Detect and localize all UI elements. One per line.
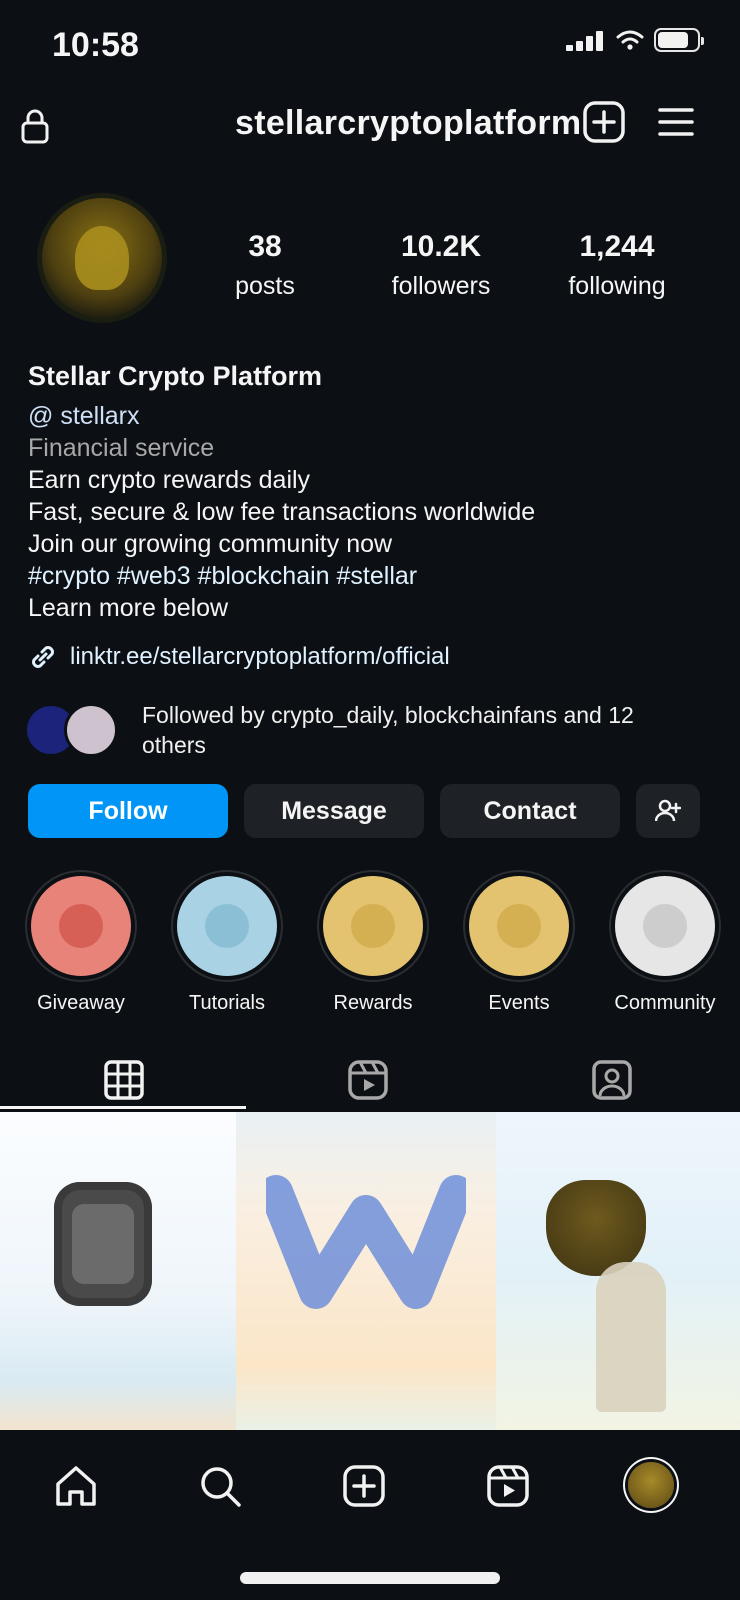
stat-posts[interactable]: 38 posts: [190, 230, 340, 301]
link-icon: [32, 646, 54, 668]
message-button[interactable]: Message: [244, 784, 424, 838]
create-icon[interactable]: [340, 1462, 388, 1510]
highlight-item[interactable]: Giveaway: [26, 876, 136, 1015]
highlight-item[interactable]: Tutorials: [172, 876, 282, 1015]
stat-following[interactable]: 1,244 following: [542, 230, 692, 301]
stat-following-count: 1,244: [579, 230, 655, 263]
highlight-label: Rewards: [333, 992, 413, 1014]
reels-icon[interactable]: [484, 1462, 532, 1510]
profile-username[interactable]: stellarcryptoplatform: [235, 104, 581, 143]
post-grid: [0, 1112, 740, 1430]
highlight-item[interactable]: Community: [610, 876, 720, 1015]
reels-tab-icon[interactable]: [346, 1058, 390, 1102]
post-thumbnail[interactable]: [236, 1112, 496, 1430]
signal-icon: [566, 29, 606, 51]
stat-followers[interactable]: 10.2K followers: [366, 230, 516, 301]
highlight-cover: [31, 876, 131, 976]
grid-tab-icon[interactable]: [102, 1058, 146, 1102]
tagged-tab-icon[interactable]: [590, 1058, 634, 1102]
status-icons: [566, 28, 704, 52]
follow-button[interactable]: Follow: [28, 784, 228, 838]
profile-link[interactable]: linktr.ee/stellarcryptoplatform/official: [28, 642, 450, 672]
watch-image: [54, 1182, 152, 1306]
lock-icon: [21, 109, 49, 144]
followed-by[interactable]: Followed by crypto_daily, blockchainfans…: [24, 700, 662, 760]
highlight-cover: [177, 876, 277, 976]
status-time: 10:58: [52, 26, 139, 64]
stat-posts-count: 38: [248, 230, 282, 263]
logo-image: [266, 1175, 466, 1309]
battery-icon: [654, 28, 704, 52]
bio-hashtags[interactable]: #crypto #web3 #blockchain #stellar: [28, 560, 718, 592]
stat-followers-count: 10.2K: [400, 230, 482, 263]
profile-category: Financial service: [28, 434, 215, 462]
highlight-cover: [469, 876, 569, 976]
bio-line-5: Learn more below: [28, 594, 229, 622]
follower-avatar: [64, 703, 118, 757]
stat-posts-label: posts: [235, 272, 295, 300]
wifi-icon: [616, 30, 644, 50]
stat-followers-label: followers: [391, 272, 491, 300]
home-icon[interactable]: [52, 1462, 100, 1510]
profile-avatar[interactable]: [42, 198, 162, 318]
highlight-cover: [615, 876, 715, 976]
highlight-item[interactable]: Events: [464, 876, 574, 1015]
menu-icon[interactable]: [656, 106, 696, 138]
highlight-label: Community: [614, 992, 716, 1014]
avatar-logo: [75, 226, 129, 290]
followed-by-text: Followed by crypto_daily, blockchainfans…: [142, 702, 634, 758]
profile-nav-avatar: [628, 1462, 674, 1508]
highlight-label: Events: [488, 992, 550, 1014]
profile-name: Stellar Crypto Platform: [28, 361, 323, 391]
bio-line-3: Join our growing community now: [28, 530, 393, 558]
profile-link-text: linktr.ee/stellarcryptoplatform/official: [70, 643, 450, 670]
stat-following-label: following: [568, 272, 666, 300]
search-icon[interactable]: [196, 1462, 244, 1510]
bio-line-2: Fast, secure & low fee transactions worl…: [28, 498, 536, 526]
figure-image: [596, 1262, 666, 1412]
post-thumbnail[interactable]: [0, 1112, 236, 1430]
contact-button[interactable]: Contact: [440, 784, 620, 838]
profile-nav[interactable]: [628, 1462, 676, 1510]
suggested-users-button[interactable]: [636, 784, 700, 838]
highlight-item[interactable]: Rewards: [318, 876, 428, 1015]
home-indicator[interactable]: [240, 1572, 500, 1584]
highlight-cover: [323, 876, 423, 976]
threads-handle[interactable]: @ stellarx: [28, 400, 718, 432]
post-thumbnail[interactable]: [496, 1112, 740, 1430]
highlight-label: Giveaway: [37, 992, 125, 1014]
active-tab-indicator: [0, 1106, 246, 1109]
add-post-icon[interactable]: [582, 100, 626, 144]
bio-line-1: Earn crypto rewards daily: [28, 466, 311, 494]
add-person-icon: [655, 799, 681, 822]
highlight-label: Tutorials: [189, 992, 265, 1014]
